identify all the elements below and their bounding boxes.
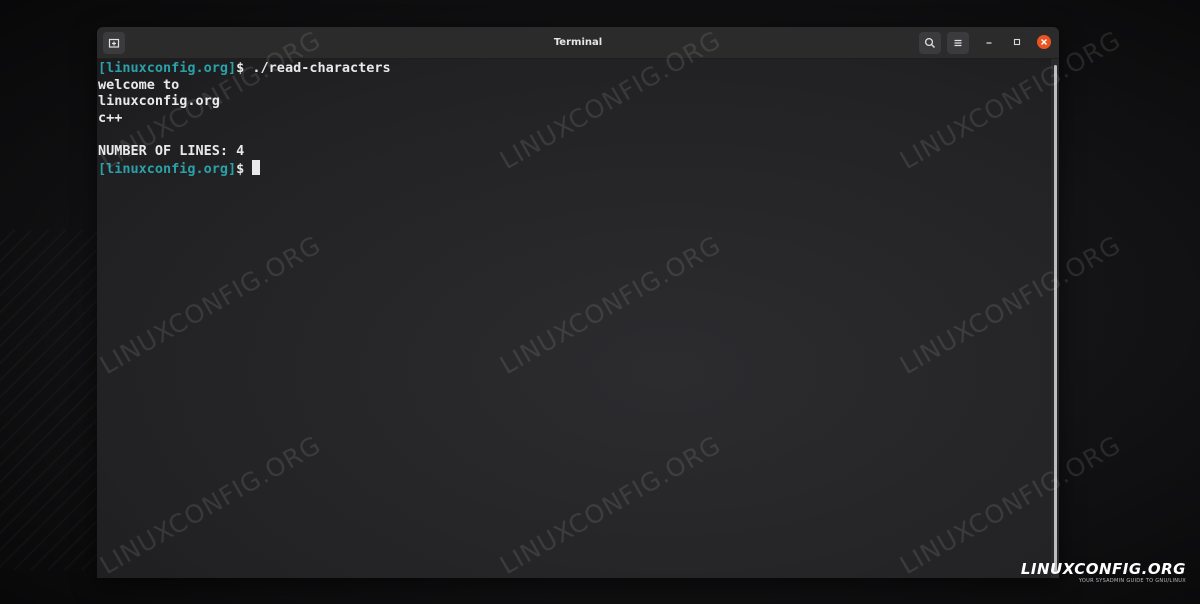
window-title: Terminal <box>553 37 603 48</box>
terminal-line-text: NUMBER OF LINES: 4 <box>98 142 245 159</box>
menu-button[interactable] <box>947 32 969 54</box>
logo-tagline: YOUR SYSADMIN GUIDE TO GNU/LINUX <box>1078 578 1186 584</box>
scrollbar-thumb[interactable] <box>1054 65 1057 572</box>
scrollbar[interactable] <box>1051 59 1059 578</box>
desktop-background: Terminal [linuxconfig.org]$ ./read-chara… <box>0 0 1200 604</box>
search-icon <box>924 37 935 48</box>
terminal-line: c++ <box>98 110 391 127</box>
maximize-button[interactable] <box>1008 33 1026 51</box>
terminal-cursor <box>252 159 261 175</box>
terminal-line: NUMBER OF LINES: 4 <box>98 143 391 160</box>
shell-prompt: [linuxconfig.org] <box>98 160 237 177</box>
terminal-text: [linuxconfig.org]$ ./read-characters welc… <box>98 60 391 177</box>
minimize-button[interactable] <box>980 33 998 51</box>
logo-text: LINUXCONFIG.ORG <box>1020 560 1186 578</box>
terminal-line: welcome to <box>98 77 391 94</box>
terminal-line: [linuxconfig.org]$ <box>98 159 391 177</box>
site-logo: LINUXCONFIG.ORG YOUR SYSADMIN GUIDE TO G… <box>1021 560 1186 584</box>
minimize-icon <box>986 42 992 44</box>
hamburger-menu-icon <box>954 39 962 47</box>
close-button[interactable] <box>1035 33 1053 51</box>
terminal-output[interactable]: [linuxconfig.org]$ ./read-characters welc… <box>97 59 1051 578</box>
terminal-line-text: welcome to <box>98 76 180 93</box>
terminal-line: [linuxconfig.org]$ ./read-characters <box>98 60 391 77</box>
shell-prompt: [linuxconfig.org] <box>98 60 237 76</box>
terminal-window: Terminal [linuxconfig.org]$ ./read-chara… <box>97 27 1059 578</box>
terminal-line-text: c++ <box>98 109 123 126</box>
search-button[interactable] <box>919 32 941 54</box>
terminal-line-text: $ ./read-characters <box>236 60 391 76</box>
terminal-line: linuxconfig.org <box>98 93 391 110</box>
close-icon <box>1037 35 1051 49</box>
title-bar: Terminal <box>97 27 1059 59</box>
terminal-line-text: linuxconfig.org <box>98 93 220 110</box>
terminal-line-text: $ <box>236 160 253 177</box>
maximize-icon <box>1013 38 1021 46</box>
